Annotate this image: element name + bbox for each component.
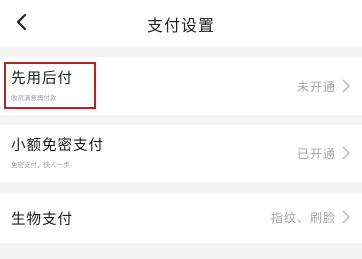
- page-title: 支付设置: [146, 15, 215, 35]
- row-pay-later[interactable]: 先用后付 收货满意再付款 未开通: [0, 57, 362, 115]
- status-biometric: 指纹、刷脸: [270, 211, 336, 225]
- row-title-biometric: 生物支付: [11, 212, 73, 228]
- chevron-right-icon: [342, 146, 350, 160]
- status-pay-later: 未开通: [296, 80, 336, 94]
- chevron-right-icon: [342, 79, 350, 93]
- header-bar: 支付设置: [0, 0, 362, 47]
- row-small-amount-password-free[interactable]: 小额免密支付 免密支付，快人一步 已开通: [0, 125, 362, 182]
- status-small-amount: 已开通: [296, 147, 336, 161]
- row-biometric-pay[interactable]: 生物支付 指纹、刷脸: [0, 193, 362, 243]
- row-title-pay-later: 先用后付: [11, 71, 73, 87]
- row-title-small-amount: 小额免密支付: [11, 138, 104, 154]
- row-subtitle-pay-later: 收货满意再付款: [11, 94, 57, 102]
- row-subtitle-small-amount: 免密支付，快人一步: [11, 161, 70, 169]
- chevron-right-icon: [342, 210, 350, 224]
